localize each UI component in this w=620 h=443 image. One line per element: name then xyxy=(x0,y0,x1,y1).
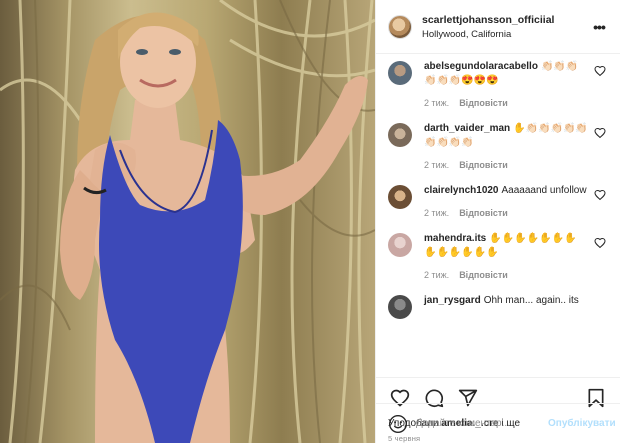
comment-heart-icon[interactable] xyxy=(594,65,608,80)
commenter-avatar[interactable] xyxy=(388,233,412,257)
comment-text: abelsegundolaracabello 👏🏻👏🏻👏🏻👏🏻👏🏻👏🏻😍😍😍 xyxy=(424,60,588,88)
post-header: scarlettjohansson_officiial Hollywood, C… xyxy=(376,0,620,54)
reply-button[interactable]: Відповісти xyxy=(459,98,508,108)
comment-body: darth_vaider_man ✋👏🏻👏🏻👏🏻👏🏻👏🏻👏🏻👏🏻👏🏻👏🏻 2 ти… xyxy=(424,122,588,170)
comment-meta: 2 тиж. Відповісти xyxy=(424,208,588,218)
smile-icon xyxy=(389,414,407,433)
comment-username[interactable]: abelsegundolaracabello xyxy=(424,61,538,72)
comment-username[interactable]: mahendra.its xyxy=(424,233,486,244)
comment-meta: 2 тиж. Відповісти xyxy=(424,160,588,170)
comment-meta: 2 тиж. Відповісти xyxy=(424,270,588,280)
reply-button[interactable]: Відповісти xyxy=(459,160,508,170)
post-viewer: scarlettjohansson_officiial Hollywood, C… xyxy=(0,0,620,443)
commenter-avatar[interactable] xyxy=(388,185,412,209)
comment-username[interactable]: jan_rysgard xyxy=(424,295,481,306)
comment-body: mahendra.its ✋✋✋✋✋✋✋✋✋✋✋✋✋ 2 тиж. Відповіс… xyxy=(424,232,588,280)
author-username[interactable]: scarlettjohansson_officiial xyxy=(422,14,590,26)
comment-time[interactable]: 2 тиж. xyxy=(424,98,449,108)
commenter-avatar[interactable] xyxy=(388,123,412,147)
comment-item: mahendra.its ✋✋✋✋✋✋✋✋✋✋✋✋✋ 2 тиж. Відповіс… xyxy=(388,232,608,280)
reply-button[interactable]: Відповісти xyxy=(459,208,508,218)
emoji-button[interactable] xyxy=(388,412,408,436)
comment-heart-icon[interactable] xyxy=(594,127,608,142)
comment-text: darth_vaider_man ✋👏🏻👏🏻👏🏻👏🏻👏🏻👏🏻👏🏻👏🏻👏🏻 xyxy=(424,122,588,150)
comment-heart-icon[interactable] xyxy=(594,189,608,204)
comment-body: clairelynch1020 Aaaaaand unfollow 2 тиж. В… xyxy=(424,184,588,218)
comment-item: jan_rysgard Ohh man... again.. its xyxy=(388,294,608,319)
comment-body: jan_rysgard Ohh man... again.. its xyxy=(424,294,608,308)
photo-illustration xyxy=(0,0,375,443)
comment-input[interactable] xyxy=(416,418,548,429)
commenter-avatar[interactable] xyxy=(388,295,412,319)
comment-time[interactable]: 2 тиж. xyxy=(424,270,449,280)
add-comment-bar: Опублікувати xyxy=(376,403,620,443)
author-info: scarlettjohansson_officiial Hollywood, C… xyxy=(422,14,590,40)
comments-list: abelsegundolaracabello 👏🏻👏🏻👏🏻👏🏻👏🏻👏🏻😍😍😍 2 … xyxy=(376,54,620,377)
author-avatar[interactable] xyxy=(388,14,412,39)
heart-icon xyxy=(594,237,606,249)
comment-meta: 2 тиж. Відповісти xyxy=(424,98,588,108)
comment-text: mahendra.its ✋✋✋✋✋✋✋✋✋✋✋✋✋ xyxy=(424,232,588,260)
comment-item: clairelynch1020 Aaaaaand unfollow 2 тиж. В… xyxy=(388,184,608,218)
comment-username[interactable]: darth_vaider_man xyxy=(424,123,510,134)
post-photo[interactable] xyxy=(0,0,375,443)
reply-button[interactable]: Відповісти xyxy=(459,270,508,280)
more-horizontal-icon[interactable]: ••• xyxy=(590,19,608,35)
commenter-avatar[interactable] xyxy=(388,61,412,85)
heart-icon xyxy=(594,127,606,139)
comment-heart-icon[interactable] xyxy=(594,237,608,252)
comment-username[interactable]: clairelynch1020 xyxy=(424,185,499,196)
heart-icon xyxy=(594,189,606,201)
comment-content: Ohh man... again.. its xyxy=(483,295,579,306)
heart-icon xyxy=(594,65,606,77)
comment-body: abelsegundolaracabello 👏🏻👏🏻👏🏻👏🏻👏🏻👏🏻😍😍😍 2 … xyxy=(424,60,588,108)
comment-item: abelsegundolaracabello 👏🏻👏🏻👏🏻👏🏻👏🏻👏🏻😍😍😍 2 … xyxy=(388,60,608,108)
post-location[interactable]: Hollywood, California xyxy=(422,29,590,40)
comment-text: jan_rysgard Ohh man... again.. its xyxy=(424,294,608,308)
post-comment-button[interactable]: Опублікувати xyxy=(548,418,616,429)
comment-time[interactable]: 2 тиж. xyxy=(424,160,449,170)
comment-time[interactable]: 2 тиж. xyxy=(424,208,449,218)
post-side-panel: scarlettjohansson_officiial Hollywood, C… xyxy=(375,0,620,443)
comment-text: clairelynch1020 Aaaaaand unfollow xyxy=(424,184,588,198)
comment-item: darth_vaider_man ✋👏🏻👏🏻👏🏻👏🏻👏🏻👏🏻👏🏻👏🏻👏🏻 2 ти… xyxy=(388,122,608,170)
comment-content: Aaaaaand unfollow xyxy=(501,185,587,196)
